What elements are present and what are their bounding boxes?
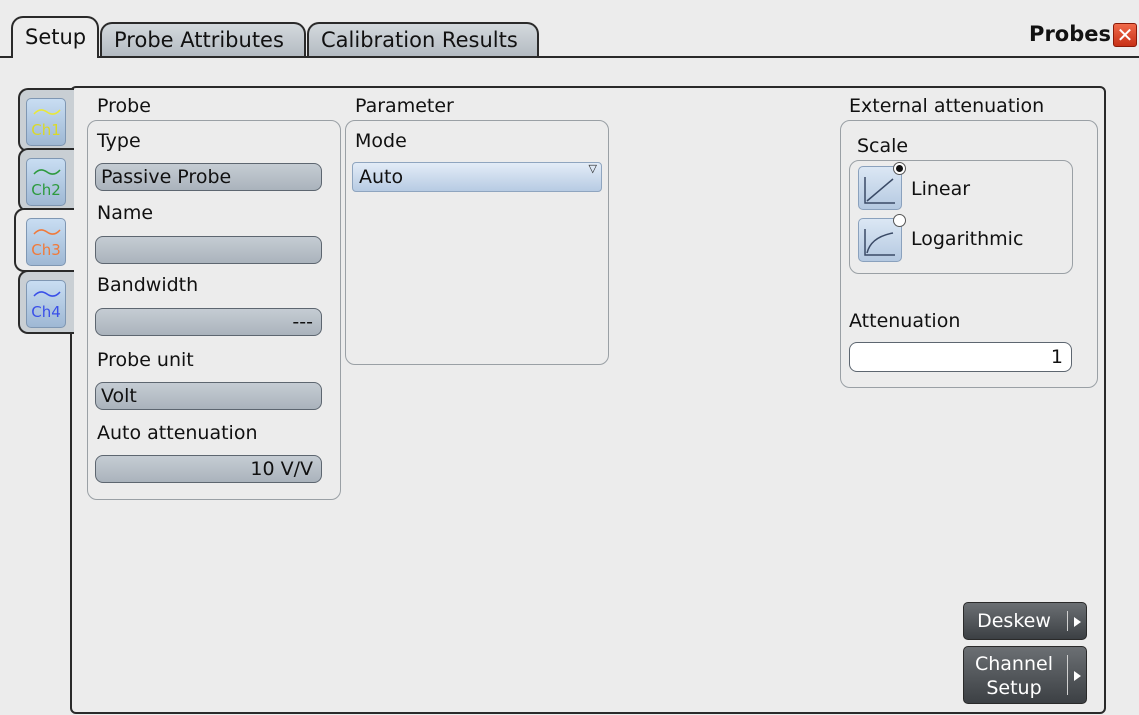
auto-attenuation-field: 10 V/V [95, 455, 322, 483]
tab-setup[interactable]: Setup [11, 16, 99, 58]
tab-bar-divider [0, 56, 1139, 58]
channel-setup-button[interactable]: Channel Setup [963, 646, 1087, 704]
parameter-group [345, 120, 609, 365]
probe-unit-label: Probe unit [97, 349, 194, 371]
scale-label: Scale [857, 135, 909, 157]
waveform-icon: Ch4 [26, 280, 66, 328]
auto-attenuation-label: Auto attenuation [97, 422, 258, 444]
bandwidth-field: --- [95, 308, 322, 336]
waveform-icon: Ch1 [26, 98, 66, 146]
submenu-arrow-icon [1074, 617, 1081, 627]
button-separator [1067, 655, 1068, 695]
linear-scale-icon [864, 177, 895, 204]
deskew-button[interactable]: Deskew [963, 602, 1087, 640]
submenu-arrow-icon [1074, 671, 1081, 681]
deskew-label: Deskew [977, 610, 1051, 632]
channel-tab-ch2[interactable]: Ch2 [18, 148, 74, 212]
attenuation-label: Attenuation [849, 310, 961, 332]
parameter-group-title: Parameter [355, 95, 454, 117]
logarithmic-label: Logarithmic [911, 228, 1024, 250]
log-scale-icon [864, 229, 895, 256]
tab-probe-attributes[interactable]: Probe Attributes [100, 22, 306, 57]
tab-calibration-results-label: Calibration Results [321, 28, 518, 52]
probe-group-title: Probe [97, 95, 151, 117]
logarithmic-scale-option[interactable] [858, 214, 906, 262]
waveform-icon: Ch3 [26, 218, 66, 266]
name-label: Name [97, 202, 154, 224]
probe-unit-field: Volt [95, 382, 322, 410]
mode-value: Auto [359, 166, 404, 188]
tab-setup-label: Setup [25, 25, 87, 49]
tab-probe-attributes-label: Probe Attributes [114, 28, 284, 52]
channel-label: Ch2 [31, 181, 61, 199]
channel-label: Ch4 [31, 303, 61, 321]
channel-setup-label-line2: Setup [986, 677, 1042, 699]
channel-tab-ch3[interactable]: Ch3 [14, 208, 74, 272]
channel-label: Ch1 [31, 121, 61, 139]
channel-tab-ch1[interactable]: Ch1 [18, 88, 74, 152]
channel-tab-ch4[interactable]: Ch4 [18, 270, 74, 334]
channel-label: Ch3 [31, 241, 61, 259]
name-field [95, 236, 322, 264]
close-icon: ✕ [1116, 23, 1134, 47]
type-label: Type [97, 130, 141, 152]
dialog-title: Probes [1029, 22, 1111, 46]
logarithmic-radio-indicator [893, 214, 906, 227]
type-field: Passive Probe [95, 163, 322, 191]
bandwidth-label: Bandwidth [97, 274, 199, 296]
mode-dropdown[interactable]: Auto ▽ [352, 162, 602, 192]
attenuation-input[interactable]: 1 [849, 342, 1072, 372]
external-attenuation-title: External attenuation [849, 95, 1045, 117]
linear-label: Linear [911, 178, 971, 200]
linear-scale-option[interactable] [858, 162, 906, 210]
chevron-down-icon: ▽ [588, 162, 597, 175]
waveform-icon: Ch2 [26, 158, 66, 206]
linear-radio-indicator [893, 162, 906, 175]
mode-label: Mode [355, 130, 407, 152]
close-button[interactable]: ✕ [1113, 23, 1137, 47]
tab-calibration-results[interactable]: Calibration Results [307, 22, 539, 57]
channel-setup-label-line1: Channel [974, 653, 1053, 675]
button-separator [1067, 611, 1068, 631]
